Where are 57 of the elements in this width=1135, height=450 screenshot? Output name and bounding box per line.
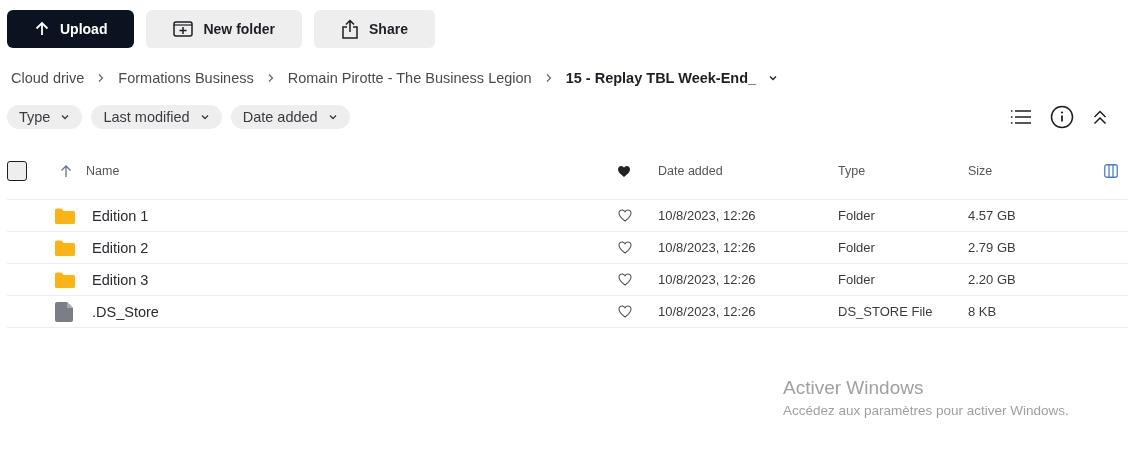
chevron-right-icon [266, 73, 275, 83]
type-cell-text: Folder [838, 240, 876, 255]
folder-plus-icon [173, 20, 194, 38]
share-button[interactable]: Share [314, 10, 435, 48]
date-added-cell-text: 10/8/2023, 12:26 [658, 304, 757, 319]
new-folder-button[interactable]: New folder [146, 10, 303, 48]
file-name[interactable]: Edition 1 [92, 207, 614, 224]
arrow-up-icon [34, 21, 50, 37]
folder-icon [55, 271, 75, 288]
chevron-right-icon [544, 73, 553, 83]
chevron-down-icon [327, 112, 338, 122]
type-cell-text: DS_STORE File [838, 304, 934, 319]
filter-dropdown[interactable]: Type [7, 105, 83, 129]
select-all-checkbox[interactable] [7, 161, 27, 181]
file-name[interactable]: Edition 3 [92, 271, 614, 288]
size-cell-text: 2.79 GB [968, 240, 1017, 255]
activation-message: Accédez aux paramètres pour activer Windows. [783, 403, 1069, 418]
chevron-down-icon [60, 112, 71, 122]
heart-outline-icon[interactable] [618, 305, 632, 318]
current-folder-menu[interactable]: 15 - Replay TBL Week-End_ [565, 70, 779, 86]
chevron-right-icon [97, 73, 106, 83]
date-added-cell-text: 10/8/2023, 12:26 [658, 240, 757, 255]
folder-icon [55, 207, 75, 224]
heart-outline-icon[interactable] [618, 273, 632, 286]
column-header[interactable]: Type [838, 164, 968, 178]
activation-title: Activer Windows [783, 377, 925, 399]
heart-outline-icon[interactable] [618, 241, 632, 254]
list-view-icon[interactable] [1010, 109, 1032, 125]
column-header[interactable]: Size [968, 164, 1098, 178]
columns-icon[interactable] [1104, 164, 1118, 178]
column-header[interactable]: Name [86, 164, 614, 178]
size-cell-text: 8 KB [968, 304, 998, 319]
breadcrumb-link[interactable]: Cloud drive [11, 70, 85, 86]
date-added-cell-text: 10/8/2023, 12:26 [658, 208, 757, 223]
breadcrumb-link[interactable]: Romain Pirotte - The Business Legion [287, 70, 532, 86]
collapse-icon[interactable] [1092, 108, 1108, 126]
chevron-down-icon [768, 73, 779, 83]
column-header[interactable]: Date added [658, 164, 838, 178]
upload-button[interactable]: Upload [7, 10, 135, 48]
file-name[interactable]: .DS_Store [92, 303, 614, 320]
file-icon [55, 301, 73, 322]
chevron-down-icon [199, 112, 210, 122]
breadcrumb-link[interactable]: Formations Business [118, 70, 254, 86]
folder-icon [55, 239, 75, 256]
type-cell-text: Folder [838, 272, 876, 287]
date-added-cell-text: 10/8/2023, 12:26 [658, 272, 757, 287]
heart-outline-icon[interactable] [618, 209, 632, 222]
file-name[interactable]: Edition 2 [92, 239, 614, 256]
share-icon [341, 19, 360, 39]
sort-arrow-icon [60, 164, 72, 178]
type-cell-text: Folder [838, 208, 876, 223]
filter-dropdown[interactable]: Last modified [91, 105, 222, 129]
info-icon[interactable] [1050, 105, 1074, 129]
filter-dropdown[interactable]: Date added [230, 105, 350, 129]
size-cell-text: 4.57 GB [968, 208, 1017, 223]
heart-icon [617, 164, 631, 178]
size-cell-text: 2.20 GB [968, 272, 1017, 287]
